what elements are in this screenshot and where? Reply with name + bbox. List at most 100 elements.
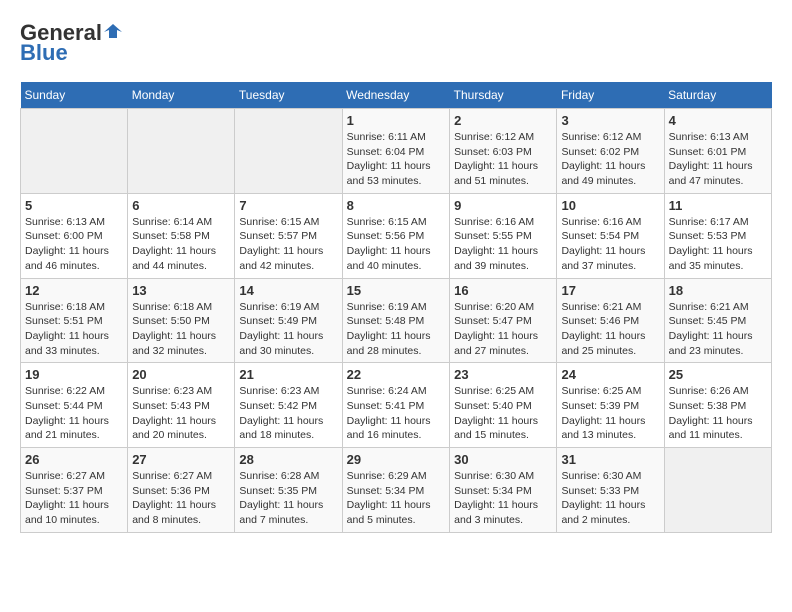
day-number: 30: [454, 452, 552, 467]
calendar-cell: 3Sunrise: 6:12 AM Sunset: 6:02 PM Daylig…: [557, 109, 664, 194]
header-day-monday: Monday: [128, 82, 235, 109]
logo: General Blue: [20, 20, 122, 66]
day-info: Sunrise: 6:14 AM Sunset: 5:58 PM Dayligh…: [132, 215, 230, 274]
day-number: 14: [239, 283, 337, 298]
day-number: 3: [561, 113, 659, 128]
header-day-tuesday: Tuesday: [235, 82, 342, 109]
day-number: 11: [669, 198, 767, 213]
day-info: Sunrise: 6:27 AM Sunset: 5:37 PM Dayligh…: [25, 469, 123, 528]
day-number: 13: [132, 283, 230, 298]
calendar-cell: 20 Sunrise: 6:23 AM Sunset: 5:43 PM Dayli…: [128, 363, 235, 448]
calendar-cell: 19 Sunrise: 6:22 AM Sunset: 5:44 PM Dayli…: [21, 363, 128, 448]
calendar-cell: 27 Sunrise: 6:27 AM Sunset: 5:36 PM Dayli…: [128, 448, 235, 533]
calendar-cell: 7 Sunrise: 6:15 AM Sunset: 5:57 PM Daylig…: [235, 193, 342, 278]
day-number: 15: [347, 283, 445, 298]
day-info: Sunrise: 6:12 AM Sunset: 6:03 PM Dayligh…: [454, 130, 552, 189]
day-number: 24: [561, 367, 659, 382]
day-info: Sunrise: 6:19 AM Sunset: 5:49 PM Dayligh…: [239, 300, 337, 359]
day-number: 9: [454, 198, 552, 213]
calendar-week-row: 5 Sunrise: 6:13 AM Sunset: 6:00 PM Daylig…: [21, 193, 772, 278]
day-number: 26: [25, 452, 123, 467]
day-number: 16: [454, 283, 552, 298]
day-number: 1: [347, 113, 445, 128]
day-number: 20: [132, 367, 230, 382]
calendar-cell: 25 Sunrise: 6:26 AM Sunset: 5:38 PM Dayli…: [664, 363, 771, 448]
day-info: Sunrise: 6:13 AM Sunset: 6:00 PM Dayligh…: [25, 215, 123, 274]
day-info: Sunrise: 6:30 AM Sunset: 5:34 PM Dayligh…: [454, 469, 552, 528]
day-number: 31: [561, 452, 659, 467]
calendar-cell: 4Sunrise: 6:13 AM Sunset: 6:01 PM Daylig…: [664, 109, 771, 194]
calendar-cell: [664, 448, 771, 533]
day-number: 7: [239, 198, 337, 213]
day-info: Sunrise: 6:16 AM Sunset: 5:54 PM Dayligh…: [561, 215, 659, 274]
calendar-cell: [128, 109, 235, 194]
calendar-cell: 9Sunrise: 6:16 AM Sunset: 5:55 PM Daylig…: [450, 193, 557, 278]
calendar-cell: 10 Sunrise: 6:16 AM Sunset: 5:54 PM Dayli…: [557, 193, 664, 278]
calendar-cell: 12 Sunrise: 6:18 AM Sunset: 5:51 PM Dayli…: [21, 278, 128, 363]
day-info: Sunrise: 6:18 AM Sunset: 5:51 PM Dayligh…: [25, 300, 123, 359]
calendar-week-row: 19 Sunrise: 6:22 AM Sunset: 5:44 PM Dayli…: [21, 363, 772, 448]
calendar-cell: 2 Sunrise: 6:12 AM Sunset: 6:03 PM Daylig…: [450, 109, 557, 194]
day-info: Sunrise: 6:27 AM Sunset: 5:36 PM Dayligh…: [132, 469, 230, 528]
calendar-cell: 13 Sunrise: 6:18 AM Sunset: 5:50 PM Dayli…: [128, 278, 235, 363]
day-number: 19: [25, 367, 123, 382]
day-info: Sunrise: 6:15 AM Sunset: 5:57 PM Dayligh…: [239, 215, 337, 274]
day-info: Sunrise: 6:11 AM Sunset: 6:04 PM Dayligh…: [347, 130, 445, 189]
calendar-cell: 11 Sunrise: 6:17 AM Sunset: 5:53 PM Dayli…: [664, 193, 771, 278]
header-day-friday: Friday: [557, 82, 664, 109]
day-info: Sunrise: 6:23 AM Sunset: 5:42 PM Dayligh…: [239, 384, 337, 443]
calendar-cell: 29 Sunrise: 6:29 AM Sunset: 5:34 PM Dayli…: [342, 448, 449, 533]
calendar-cell: [235, 109, 342, 194]
day-info: Sunrise: 6:21 AM Sunset: 5:46 PM Dayligh…: [561, 300, 659, 359]
day-info: Sunrise: 6:21 AM Sunset: 5:45 PM Dayligh…: [669, 300, 767, 359]
calendar-week-row: 12 Sunrise: 6:18 AM Sunset: 5:51 PM Dayli…: [21, 278, 772, 363]
day-info: Sunrise: 6:29 AM Sunset: 5:34 PM Dayligh…: [347, 469, 445, 528]
calendar-cell: 17Sunrise: 6:21 AM Sunset: 5:46 PM Dayli…: [557, 278, 664, 363]
day-number: 2: [454, 113, 552, 128]
calendar-cell: 21 Sunrise: 6:23 AM Sunset: 5:42 PM Dayli…: [235, 363, 342, 448]
day-info: Sunrise: 6:25 AM Sunset: 5:39 PM Dayligh…: [561, 384, 659, 443]
day-number: 8: [347, 198, 445, 213]
day-info: Sunrise: 6:15 AM Sunset: 5:56 PM Dayligh…: [347, 215, 445, 274]
day-number: 29: [347, 452, 445, 467]
day-info: Sunrise: 6:25 AM Sunset: 5:40 PM Dayligh…: [454, 384, 552, 443]
day-number: 6: [132, 198, 230, 213]
day-number: 25: [669, 367, 767, 382]
calendar-cell: 30 Sunrise: 6:30 AM Sunset: 5:34 PM Dayli…: [450, 448, 557, 533]
day-number: 5: [25, 198, 123, 213]
day-info: Sunrise: 6:22 AM Sunset: 5:44 PM Dayligh…: [25, 384, 123, 443]
calendar-table: SundayMondayTuesdayWednesdayThursdayFrid…: [20, 82, 772, 533]
day-number: 4: [669, 113, 767, 128]
day-info: Sunrise: 6:26 AM Sunset: 5:38 PM Dayligh…: [669, 384, 767, 443]
calendar-week-row: 26 Sunrise: 6:27 AM Sunset: 5:37 PM Dayli…: [21, 448, 772, 533]
calendar-cell: 28Sunrise: 6:28 AM Sunset: 5:35 PM Dayli…: [235, 448, 342, 533]
day-number: 23: [454, 367, 552, 382]
day-number: 18: [669, 283, 767, 298]
day-number: 22: [347, 367, 445, 382]
day-info: Sunrise: 6:17 AM Sunset: 5:53 PM Dayligh…: [669, 215, 767, 274]
day-number: 21: [239, 367, 337, 382]
calendar-cell: 24 Sunrise: 6:25 AM Sunset: 5:39 PM Dayli…: [557, 363, 664, 448]
calendar-cell: 22 Sunrise: 6:24 AM Sunset: 5:41 PM Dayli…: [342, 363, 449, 448]
day-info: Sunrise: 6:24 AM Sunset: 5:41 PM Dayligh…: [347, 384, 445, 443]
day-info: Sunrise: 6:28 AM Sunset: 5:35 PM Dayligh…: [239, 469, 337, 528]
day-info: Sunrise: 6:30 AM Sunset: 5:33 PM Dayligh…: [561, 469, 659, 528]
calendar-cell: 31 Sunrise: 6:30 AM Sunset: 5:33 PM Dayli…: [557, 448, 664, 533]
header-day-wednesday: Wednesday: [342, 82, 449, 109]
calendar-cell: [21, 109, 128, 194]
day-info: Sunrise: 6:18 AM Sunset: 5:50 PM Dayligh…: [132, 300, 230, 359]
calendar-cell: 23 Sunrise: 6:25 AM Sunset: 5:40 PM Dayli…: [450, 363, 557, 448]
day-number: 12: [25, 283, 123, 298]
logo-blue-text: Blue: [20, 40, 68, 66]
calendar-cell: 15 Sunrise: 6:19 AM Sunset: 5:48 PM Dayli…: [342, 278, 449, 363]
calendar-cell: 14 Sunrise: 6:19 AM Sunset: 5:49 PM Dayli…: [235, 278, 342, 363]
day-number: 27: [132, 452, 230, 467]
calendar-cell: 18 Sunrise: 6:21 AM Sunset: 5:45 PM Dayli…: [664, 278, 771, 363]
day-number: 10: [561, 198, 659, 213]
day-info: Sunrise: 6:19 AM Sunset: 5:48 PM Dayligh…: [347, 300, 445, 359]
logo-bird-icon: [104, 22, 122, 40]
day-info: Sunrise: 6:20 AM Sunset: 5:47 PM Dayligh…: [454, 300, 552, 359]
header-day-sunday: Sunday: [21, 82, 128, 109]
calendar-cell: 26 Sunrise: 6:27 AM Sunset: 5:37 PM Dayli…: [21, 448, 128, 533]
day-info: Sunrise: 6:23 AM Sunset: 5:43 PM Dayligh…: [132, 384, 230, 443]
